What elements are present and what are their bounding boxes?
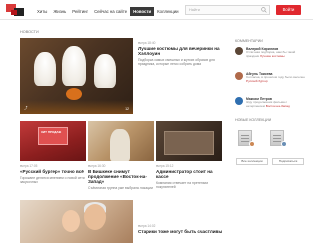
card-headline[interactable]: В Бишкеке снимут продолжение «Восток-на-…: [88, 169, 154, 185]
nav-item-news[interactable]: Новости: [130, 6, 155, 16]
site-logo[interactable]: [6, 4, 28, 17]
bottom-article-image[interactable]: [20, 200, 133, 243]
article-headline[interactable]: Старики тоже могут быть счастливы: [138, 229, 223, 234]
card-summary: Компания отвечает на претензии покупател…: [156, 180, 209, 189]
hero-image[interactable]: ⤴ 12: [20, 38, 133, 114]
main-nav: Хиты Жизнь Рейтинг Сейчас на сайте Новос…: [34, 5, 182, 17]
article-date: вчера 18:40: [138, 41, 156, 45]
card-headline[interactable]: «Русский бургер» точно всё: [20, 169, 86, 174]
avatar[interactable]: [235, 72, 243, 80]
news-card[interactable]: вчера 16:30 В Бишкеке снимут продолжение…: [88, 121, 154, 190]
card-image[interactable]: [88, 121, 154, 161]
site-header: Хиты Жизнь Рейтинг Сейчас на сайте Новос…: [0, 0, 313, 20]
avatar[interactable]: [235, 97, 243, 105]
card-date: вчера 16:30: [88, 164, 106, 168]
nav-item-collections[interactable]: Коллекции: [154, 7, 181, 16]
nav-item-online[interactable]: Сейчас на сайте: [91, 7, 130, 16]
comment-count: 12: [125, 107, 129, 111]
search-placeholder: Найти: [189, 8, 200, 12]
login-button[interactable]: Войти: [276, 5, 301, 15]
card-date: вчера 17:05: [20, 164, 38, 168]
comment-link[interactable]: Лучшие костюмы: [260, 54, 285, 58]
subscribe-button[interactable]: Подписаться: [272, 158, 304, 165]
article-headline[interactable]: Лучшие костюмы для вечеринки на Хэллоуин: [138, 46, 223, 56]
collection-card[interactable]: [270, 130, 304, 147]
avatar: [281, 141, 287, 147]
collection-card[interactable]: [238, 130, 272, 147]
comments-title: КОММЕНТАРИИ: [235, 39, 263, 43]
comment-link[interactable]: Восток-на-Запад: [266, 104, 290, 108]
card-image[interactable]: [156, 121, 222, 161]
share-icon[interactable]: ⤴: [24, 106, 28, 111]
card-summary: Съёмочная группа уже выбрала локации: [88, 186, 153, 191]
article-summary: Подборка самых смешных и жутких образов …: [138, 57, 215, 66]
nav-item-life[interactable]: Жизнь: [50, 7, 69, 16]
card-headline[interactable]: Администратор стоит на кассе: [156, 169, 222, 179]
article-date: вчера 14:02: [138, 224, 156, 228]
section-title: НОВОСТИ: [20, 30, 39, 34]
avatar[interactable]: [235, 47, 243, 55]
nav-item-rating[interactable]: Рейтинг: [69, 7, 91, 16]
collections-title: НОВЫЕ КОЛЛЕКЦИИ: [235, 118, 272, 122]
search-icon[interactable]: [261, 7, 267, 13]
nav-item-hits[interactable]: Хиты: [34, 7, 50, 16]
news-card[interactable]: ХИТ ПРОДАЖ вчера 17:05 «Русский бургер» …: [20, 121, 86, 184]
comment-link[interactable]: Русский бургер: [246, 79, 268, 83]
news-card[interactable]: вчера 15:12 Администратор стоит на кассе…: [156, 121, 222, 189]
card-banner-text: ХИТ ПРОДАЖ: [41, 130, 62, 134]
all-collections-button[interactable]: Все коллекции: [236, 158, 268, 165]
avatar: [249, 141, 255, 147]
hero-article[interactable]: вчера 18:40 Лучшие костюмы для вечеринки…: [138, 41, 223, 66]
search-input[interactable]: Найти: [185, 5, 270, 15]
card-date: вчера 15:12: [156, 164, 174, 168]
card-summary: Горожане делятся мнением о новой сети за…: [20, 175, 85, 184]
bottom-article[interactable]: вчера 14:02 Старики тоже могут быть счас…: [138, 224, 223, 234]
card-image[interactable]: ХИТ ПРОДАЖ: [20, 121, 86, 161]
